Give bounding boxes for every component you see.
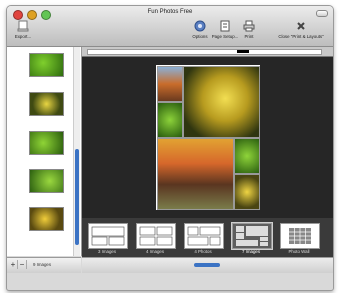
sidebar-scroll-thumb[interactable] [75,149,79,245]
layout-7-images-label: 7 Images [241,249,261,254]
remove-image-button[interactable]: − [18,260,27,269]
page-setup-icon [220,20,230,32]
toolbar-toggle-button[interactable] [316,10,328,17]
app-window: Fun Photos Free Export... Options Page S… [6,5,334,291]
layout-scroll-thumb[interactable] [194,263,220,267]
layout-3-images-preview [91,226,125,246]
layout-7-images-preview [236,226,268,246]
print-label: Print [244,34,254,39]
background-color-swatch[interactable] [237,50,249,53]
layout-photo-wall-preview [289,228,311,244]
close-print-layouts-label: Close "Print & Layouts" [278,34,324,39]
export-button[interactable]: Export... [10,20,36,39]
layout-4-images-preview [139,226,173,246]
layout-4-images[interactable] [136,223,176,249]
layout-7-images[interactable] [231,222,273,250]
thumbnail-1[interactable] [29,53,64,77]
layout-canvas: 3 Images 4 Images 4 Photos 7 Images Phot… [82,47,333,257]
layout-photo-wall[interactable] [280,223,320,249]
layout-3-images[interactable] [88,223,128,249]
close-print-layouts-button[interactable]: Close "Print & Layouts" [271,20,331,39]
collage-photo-1[interactable] [157,66,183,102]
canvas-ruler [87,49,322,55]
layout-scrollbar[interactable] [82,257,333,273]
thumbnail-5[interactable] [29,207,64,231]
add-image-button[interactable]: + [9,260,18,269]
export-icon [17,20,29,32]
thumbnail-2[interactable] [29,92,64,116]
window-title: Fun Photos Free [147,9,193,15]
gear-icon [194,20,206,32]
sidebar-bottom-bar: + − 9 Images [7,257,81,273]
photo-collage [156,65,260,210]
collage-photo-6[interactable] [234,174,260,210]
collage-photo-4[interactable] [157,138,234,210]
page-setup-button[interactable]: Page Setup... [210,20,240,39]
layout-photo-wall-label: Photo Wall [288,249,310,254]
print-button[interactable]: Print [241,20,257,39]
layout-4-photos[interactable] [184,223,224,249]
layout-4-photos-preview [187,226,221,246]
collage-photo-2[interactable] [183,66,260,138]
layout-4-images-label: 4 Images [145,249,165,254]
image-count: 9 Images [33,262,52,267]
printer-icon [243,20,255,32]
options-button[interactable]: Options [189,20,211,39]
export-label: Export... [14,34,32,39]
titlebar: Fun Photos Free Export... Options Page S… [7,6,333,47]
page-setup-label: Page Setup... [211,34,239,39]
collage-photo-5[interactable] [234,138,260,174]
sidebar-scrollbar[interactable] [73,47,80,256]
thumbnail-3[interactable] [29,131,64,155]
thumbnail-4[interactable] [29,169,64,193]
layout-4-photos-label: 4 Photos [194,249,212,254]
image-sidebar [7,47,82,256]
layout-3-images-label: 3 Images [97,249,117,254]
close-icon [297,22,305,30]
options-label: Options [192,34,208,39]
layout-strip: 3 Images 4 Images 4 Photos 7 Images Phot… [82,218,333,257]
collage-photo-3[interactable] [157,102,183,138]
canvas-toolbar [82,47,333,57]
